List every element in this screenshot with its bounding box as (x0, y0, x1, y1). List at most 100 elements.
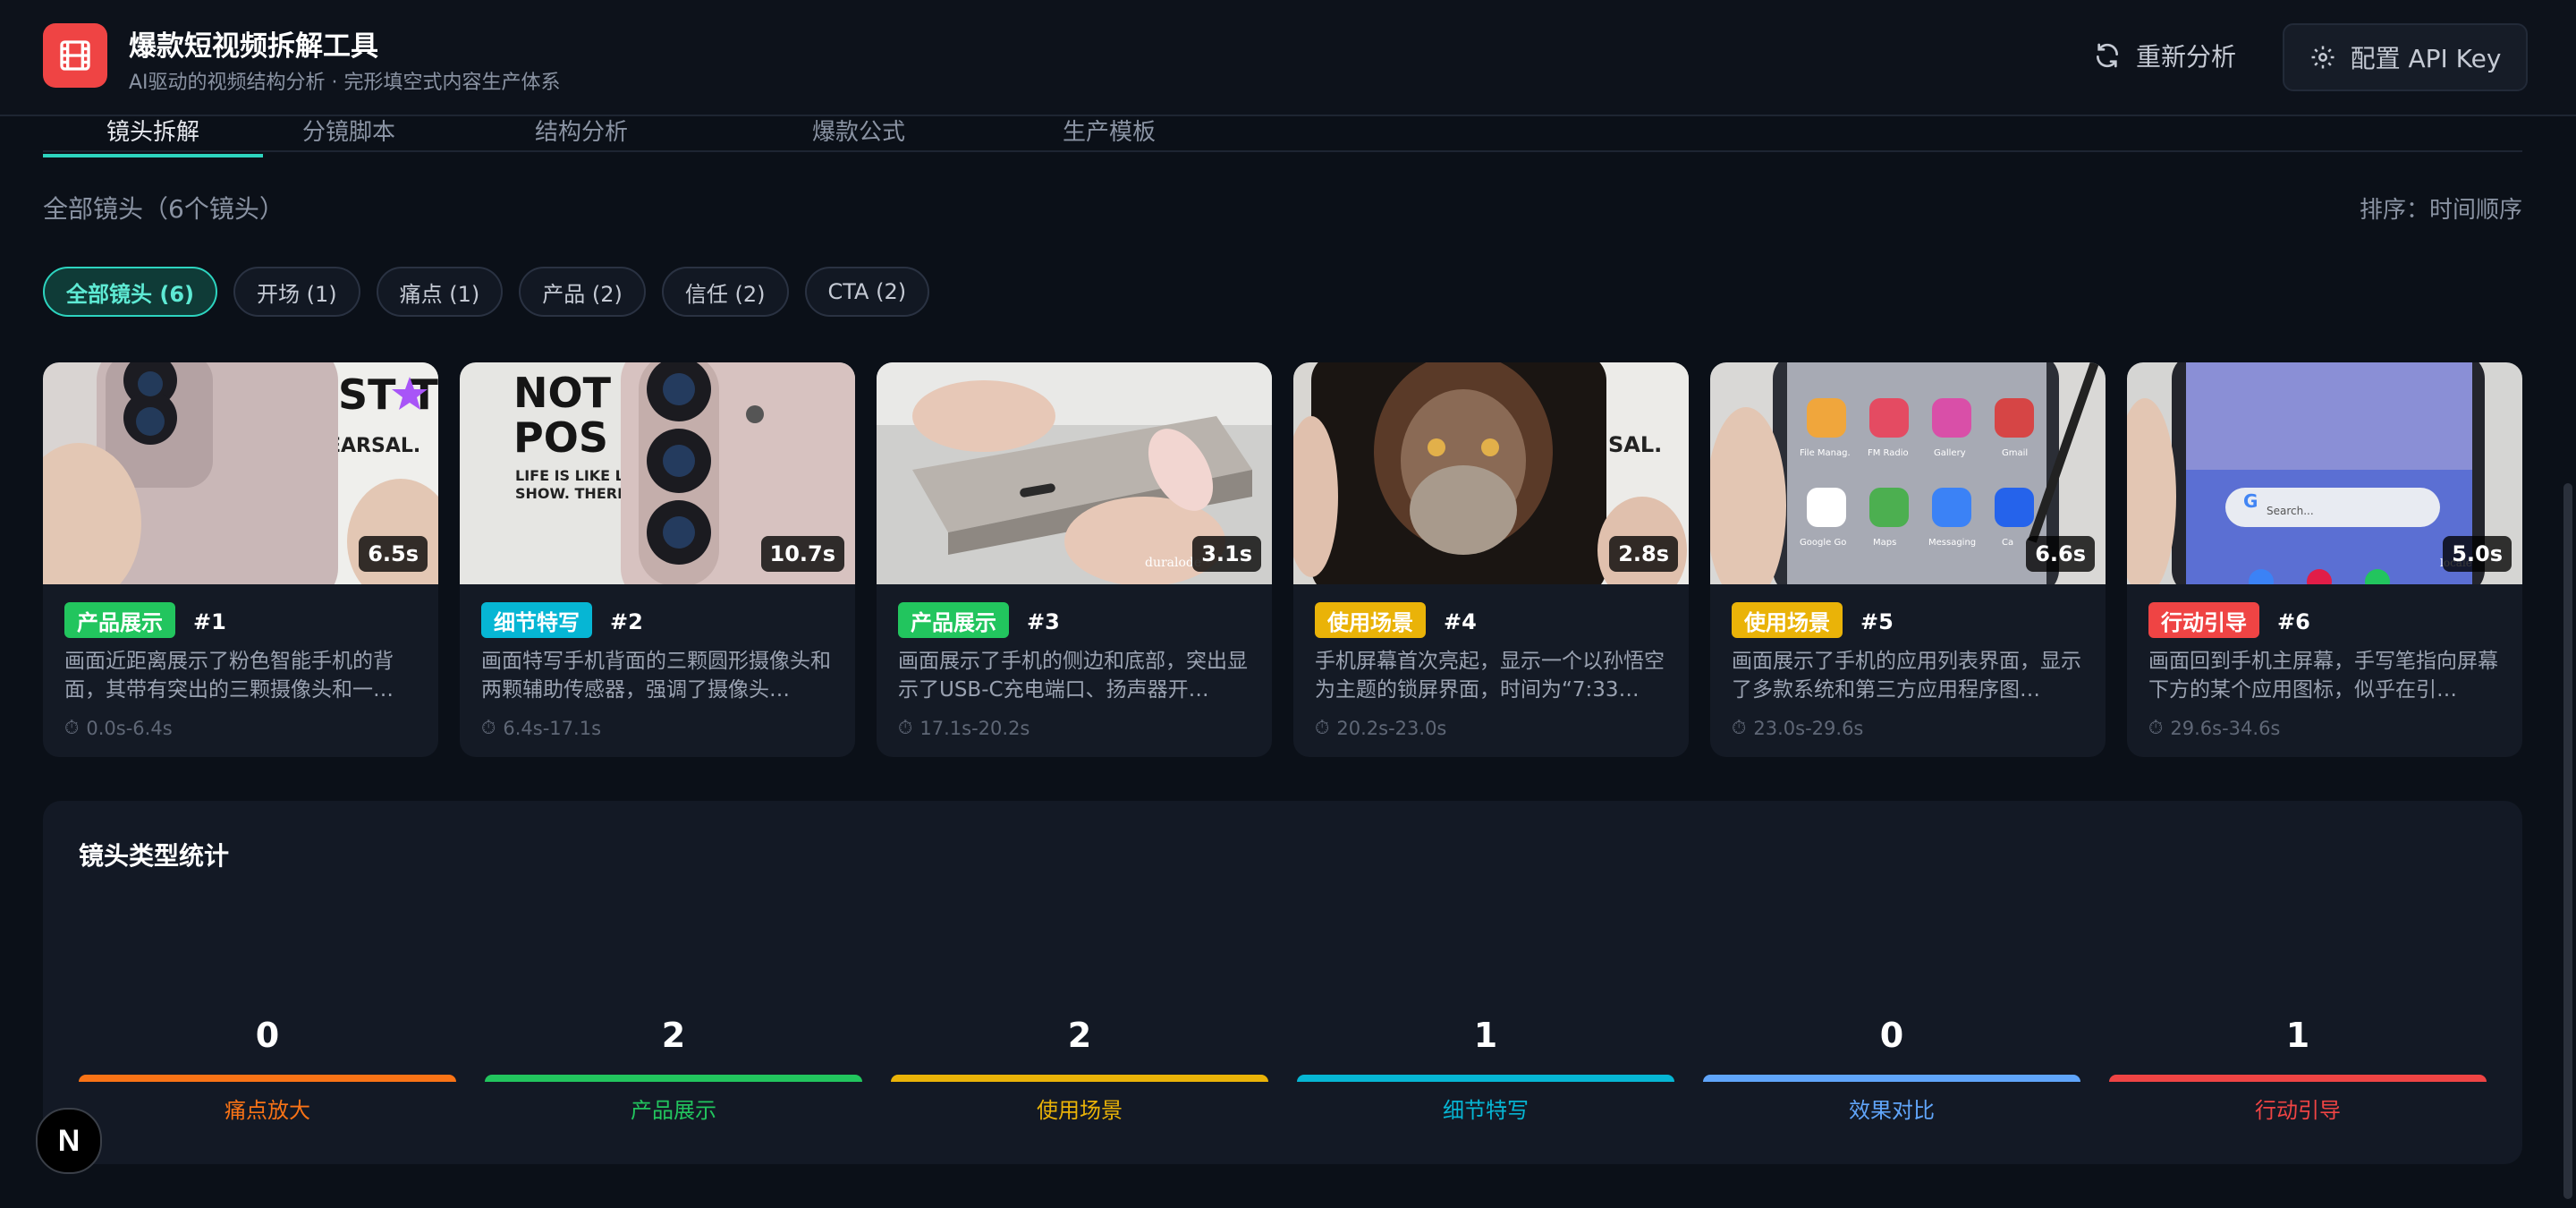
svg-text:G: G (2243, 490, 2258, 512)
stat-scenario: 2 使用场景 (891, 1016, 1268, 1132)
stat-value: 2 (661, 1016, 686, 1055)
shot-description: 画面特写手机背面的三颗圆形摄像头和两颗辅助传感器，强调了摄像头… (481, 650, 831, 702)
shot-time-range: ⏱ 0.0s-6.4s (64, 717, 173, 739)
shot-type-tag: 产品展示 (898, 602, 1009, 638)
thumb-text: ST TO (338, 370, 438, 419)
thumb-text: SAL. (1608, 432, 1662, 457)
section-title: 全部镜头（6个镜头） (43, 194, 284, 224)
stat-label: 行动引导 (2255, 1098, 2341, 1123)
stat-label: 产品展示 (631, 1098, 716, 1123)
api-key-button[interactable]: 配置 API Key (2283, 23, 2528, 91)
duration-badge: 5.0s (2443, 536, 2512, 572)
shot-thumbnail: ST TO EARSAL. 6.5s (43, 362, 438, 584)
stat-value: 1 (1473, 1016, 1498, 1055)
stat-comparison: 0 效果对比 (1703, 1016, 2080, 1132)
shot-type-tag: 产品展示 (64, 602, 175, 638)
stat-value: 2 (1067, 1016, 1092, 1055)
thumb-text: Search... (2267, 505, 2314, 517)
shot-time-range: ⏱ 29.6s-34.6s (2148, 717, 2281, 739)
thumb-text: Google Go (1800, 538, 1846, 548)
reanalyze-label: 重新分析 (2136, 42, 2237, 72)
filter-all[interactable]: 全部镜头 (6) (43, 267, 217, 317)
stat-label: 痛点放大 (225, 1098, 310, 1123)
shot-number: #6 (2277, 609, 2310, 634)
clock-icon: ⏱ (64, 717, 80, 738)
app-header: 爆款短视频拆解工具 AI驱动的视频结构分析 · 完形填空式内容生产体系 重新分析… (0, 0, 2576, 116)
thumb-text: POS (513, 413, 608, 462)
reanalyze-button[interactable]: 重新分析 (2084, 23, 2245, 88)
refresh-icon (2097, 43, 2118, 68)
clock-icon: ⏱ (1315, 717, 1330, 738)
shot-card[interactable]: SAL. 2.8s 使用场景 #4 手机屏幕首次亮起，显示一个以孙悟空为主题的锁… (1293, 362, 1689, 757)
stat-bar (2109, 1075, 2487, 1082)
shot-number: #4 (1444, 609, 1477, 634)
duration-badge: 2.8s (1609, 536, 1678, 572)
shot-time-range: ⏱ 23.0s-29.6s (1732, 717, 1864, 739)
stat-value: 0 (1879, 1016, 1904, 1055)
shot-time-range: ⏱ 20.2s-23.0s (1315, 717, 1447, 739)
clock-icon: ⏱ (898, 717, 913, 738)
shot-card[interactable]: G Search... locale 5.0s 行动引导 #6 画面回到手机主屏… (2127, 362, 2522, 757)
filter-pain-point[interactable]: 痛点 (1) (376, 267, 504, 317)
shot-time-range: ⏱ 17.1s-20.2s (898, 717, 1030, 739)
shot-type-stats: 镜头类型统计 0 痛点放大 2 产品展示 2 使用场景 1 细节特写 0 效果对… (43, 801, 2522, 1164)
stat-bar (1703, 1075, 2080, 1082)
stat-pain-point: 0 痛点放大 (79, 1016, 456, 1132)
api-key-label: 配置 API Key (2350, 44, 2502, 73)
app-subtitle: AI驱动的视频结构分析 · 完形填空式内容生产体系 (129, 72, 561, 94)
stat-value: 1 (2285, 1016, 2310, 1055)
shot-description: 画面展示了手机的侧边和底部，突出显示了USB-C充电端口、扬声器开… (898, 650, 1248, 702)
framework-badge[interactable]: N (36, 1108, 102, 1174)
duration-badge: 6.5s (359, 536, 428, 572)
gear-icon (2311, 46, 2334, 69)
shot-number: #5 (1860, 609, 1894, 634)
shot-card-list: ST TO EARSAL. 6.5s 产品展示 #1 画面近距离展示了粉色智能手… (43, 362, 2522, 757)
duration-badge: 3.1s (1192, 536, 1261, 572)
shot-thumbnail: NOT POS LIFE IS LIKE LIVE TV, SHOW. THER… (460, 362, 855, 584)
shot-thumbnail: SAL. 2.8s (1293, 362, 1689, 584)
shot-thumbnail: duralode 3.1s (877, 362, 1272, 584)
app-title: 爆款短视频拆解工具 (129, 30, 378, 63)
shot-type-tag: 使用场景 (1732, 602, 1843, 638)
thumb-text: Gmail (2002, 448, 2028, 458)
thumb-text: FM Radio (1868, 448, 1909, 458)
shot-time-range: ⏱ 6.4s-17.1s (481, 717, 602, 739)
shot-number: #3 (1027, 609, 1060, 634)
shot-type-tag: 使用场景 (1315, 602, 1426, 638)
shot-description: 画面展示了手机的应用列表界面，显示了多款系统和第三方应用程序图… (1732, 650, 2081, 702)
thumb-text: File Manag. (1800, 448, 1851, 458)
shot-card[interactable]: NOT POS LIFE IS LIKE LIVE TV, SHOW. THER… (460, 362, 855, 757)
clock-icon: ⏱ (1732, 717, 1747, 738)
shot-thumbnail: File Manag. FM Radio Gallery Gmail Googl… (1710, 362, 2106, 584)
stat-label: 细节特写 (1443, 1098, 1529, 1123)
stat-cta: 1 行动引导 (2109, 1016, 2487, 1132)
clock-icon: ⏱ (2148, 717, 2164, 738)
shot-card[interactable]: ST TO EARSAL. 6.5s 产品展示 #1 画面近距离展示了粉色智能手… (43, 362, 438, 757)
shot-thumbnail: G Search... locale 5.0s (2127, 362, 2522, 584)
clock-icon: ⏱ (481, 717, 496, 738)
shot-description: 画面回到手机主屏幕，手写笔指向屏幕下方的某个应用图标，似乎在引… (2148, 650, 2498, 702)
shot-number: #1 (193, 609, 226, 634)
filter-opening[interactable]: 开场 (1) (233, 267, 360, 317)
filter-cta[interactable]: CTA (2) (804, 267, 930, 317)
filter-product[interactable]: 产品 (2) (519, 267, 646, 317)
stat-bar (891, 1075, 1268, 1082)
sort-selector[interactable]: 排序：时间顺序 (2360, 191, 2522, 225)
stat-closeup: 1 细节特写 (1297, 1016, 1674, 1132)
shot-description: 画面近距离展示了粉色智能手机的背面，其带有突出的三颗摄像头和一… (64, 650, 394, 702)
stat-bar (485, 1075, 862, 1082)
filter-chips: 全部镜头 (6) 开场 (1) 痛点 (1) 产品 (2) 信任 (2) CTA… (43, 267, 930, 317)
shot-card[interactable]: File Manag. FM Radio Gallery Gmail Googl… (1710, 362, 2106, 757)
thumb-text: Gallery (1934, 448, 1966, 458)
duration-badge: 6.6s (2026, 536, 2095, 572)
thumb-text: Maps (1873, 538, 1896, 548)
page-scrollbar[interactable] (2563, 483, 2572, 1199)
thumb-text: Ca (2002, 538, 2013, 548)
stat-value: 0 (255, 1016, 280, 1055)
stat-label: 使用场景 (1037, 1098, 1123, 1123)
stat-label: 效果对比 (1849, 1098, 1935, 1123)
shot-card[interactable]: duralode 3.1s 产品展示 #3 画面展示了手机的侧边和底部，突出显示… (877, 362, 1272, 757)
thumb-text: SHOW. THERE (515, 485, 627, 502)
filter-trust[interactable]: 信任 (2) (661, 267, 789, 317)
thumb-text: NOT (513, 369, 612, 417)
